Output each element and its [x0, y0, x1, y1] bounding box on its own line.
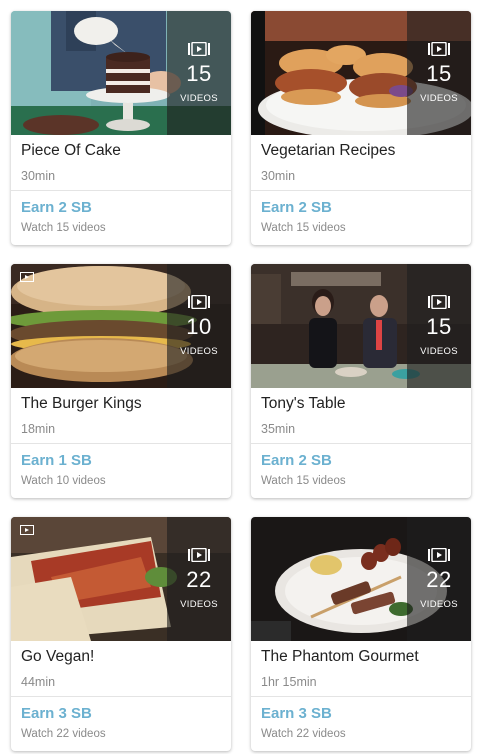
video-count-overlay: 22 VIDEOS — [167, 517, 231, 641]
playlist-card[interactable]: 15 VIDEOS Vegetarian Recipes 30min Earn … — [251, 11, 471, 245]
playlist-play-icon — [428, 41, 450, 61]
watch-requirement: Watch 15 videos — [261, 222, 346, 234]
playlist-play-icon — [428, 547, 450, 567]
video-count: 10 — [186, 314, 212, 339]
video-count: 15 — [186, 61, 212, 86]
watch-requirement: Watch 15 videos — [261, 475, 346, 487]
earn-reward: Earn 1 SB — [21, 452, 92, 469]
queue-icon — [20, 269, 34, 287]
playlist-play-icon — [188, 294, 210, 314]
playlist-duration: 44min — [21, 675, 56, 689]
playlist-title[interactable]: The Phantom Gourmet — [261, 647, 419, 666]
thumbnail-image[interactable]: 22 VIDEOS — [251, 517, 471, 641]
video-count-label: VIDEOS — [420, 93, 458, 104]
playlist-card[interactable]: 15 VIDEOS Tony's Table 35min Earn 2 SB W… — [251, 264, 471, 498]
playlist-duration: 30min — [21, 169, 56, 183]
divider — [11, 696, 231, 697]
playlist-title[interactable]: Vegetarian Recipes — [261, 141, 395, 160]
video-count: 22 — [426, 567, 452, 592]
earn-reward: Earn 3 SB — [21, 705, 92, 722]
playlist-title[interactable]: Tony's Table — [261, 394, 346, 413]
playlist-duration: 18min — [21, 422, 56, 436]
video-count-overlay: 15 VIDEOS — [407, 11, 471, 135]
watch-requirement: Watch 15 videos — [21, 222, 106, 234]
video-count-label: VIDEOS — [180, 346, 218, 357]
playlist-duration: 30min — [261, 169, 296, 183]
thumbnail-image[interactable]: 22 VIDEOS — [11, 517, 231, 641]
earn-reward: Earn 3 SB — [261, 705, 332, 722]
playlist-play-icon — [188, 41, 210, 61]
thumbnail-image[interactable]: 15 VIDEOS — [251, 264, 471, 388]
watch-requirement: Watch 22 videos — [21, 728, 106, 740]
video-count-overlay: 15 VIDEOS — [407, 264, 471, 388]
playlist-title[interactable]: The Burger Kings — [21, 394, 142, 413]
earn-reward: Earn 2 SB — [21, 199, 92, 216]
playlist-card[interactable]: 10 VIDEOS The Burger Kings 18min Earn 1 … — [11, 264, 231, 498]
divider — [11, 443, 231, 444]
watch-requirement: Watch 22 videos — [261, 728, 346, 740]
divider — [11, 190, 231, 191]
video-count: 22 — [186, 567, 212, 592]
divider — [251, 696, 471, 697]
playlist-play-icon — [188, 547, 210, 567]
video-count-overlay: 22 VIDEOS — [407, 517, 471, 641]
video-count-overlay: 15 VIDEOS — [167, 11, 231, 135]
playlist-play-icon — [428, 294, 450, 314]
playlist-card[interactable]: 22 VIDEOS Go Vegan! 44min Earn 3 SB Watc… — [11, 517, 231, 751]
divider — [251, 190, 471, 191]
playlist-title[interactable]: Piece Of Cake — [21, 141, 121, 160]
earn-reward: Earn 2 SB — [261, 199, 332, 216]
divider — [251, 443, 471, 444]
thumbnail-image[interactable]: 10 VIDEOS — [11, 264, 231, 388]
thumbnail-image[interactable]: 15 VIDEOS — [251, 11, 471, 135]
video-count-label: VIDEOS — [420, 346, 458, 357]
video-count: 15 — [426, 314, 452, 339]
video-count-label: VIDEOS — [180, 93, 218, 104]
video-count: 15 — [426, 61, 452, 86]
video-count-label: VIDEOS — [180, 599, 218, 610]
playlist-card[interactable]: 15 VIDEOS Piece Of Cake 30min Earn 2 SB … — [11, 11, 231, 245]
earn-reward: Earn 2 SB — [261, 452, 332, 469]
watch-requirement: Watch 10 videos — [21, 475, 106, 487]
playlist-duration: 1hr 15min — [261, 675, 317, 689]
queue-icon — [20, 522, 34, 540]
video-count-overlay: 10 VIDEOS — [167, 264, 231, 388]
playlist-grid: 15 VIDEOS Piece Of Cake 30min Earn 2 SB … — [0, 0, 478, 751]
thumbnail-image[interactable]: 15 VIDEOS — [11, 11, 231, 135]
video-count-label: VIDEOS — [420, 599, 458, 610]
playlist-duration: 35min — [261, 422, 296, 436]
playlist-title[interactable]: Go Vegan! — [21, 647, 94, 666]
playlist-card[interactable]: 22 VIDEOS The Phantom Gourmet 1hr 15min … — [251, 517, 471, 751]
